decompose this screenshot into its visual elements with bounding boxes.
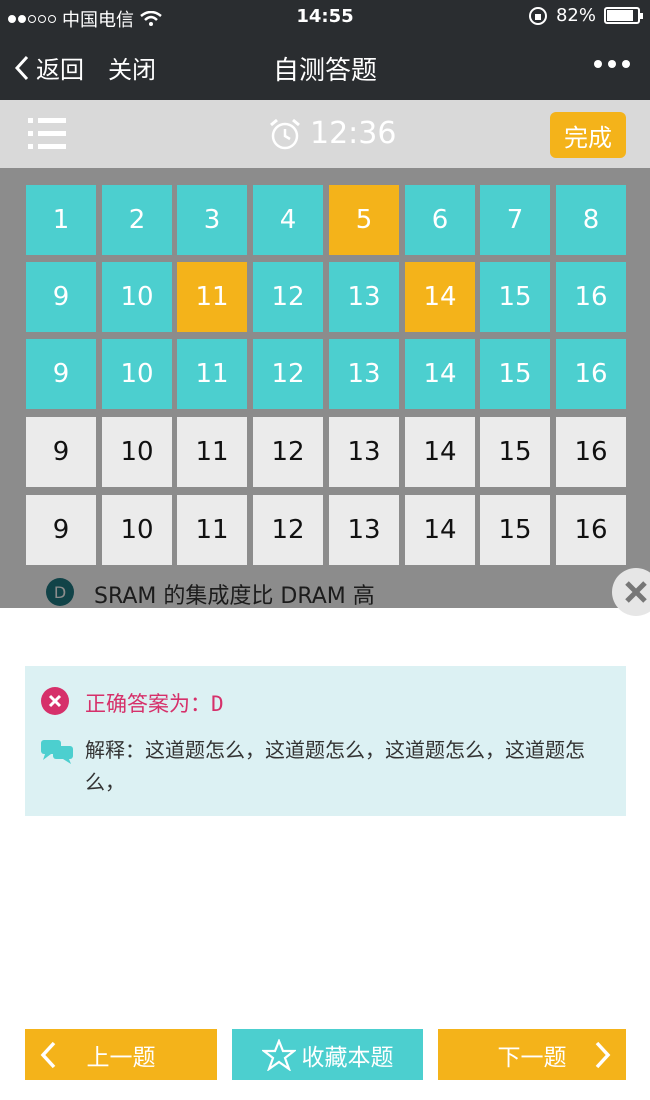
question-number-cell[interactable]: 5 bbox=[329, 185, 399, 255]
star-icon bbox=[261, 1038, 296, 1071]
question-number-cell[interactable]: 9 bbox=[26, 262, 96, 332]
question-number-cell[interactable]: 13 bbox=[329, 262, 399, 332]
question-number-cell[interactable]: 11 bbox=[177, 495, 247, 565]
question-number-cell[interactable]: 12 bbox=[253, 262, 323, 332]
battery-percent: 82% bbox=[555, 5, 596, 26]
question-number-cell[interactable]: 15 bbox=[480, 262, 550, 332]
question-number-cell[interactable]: 12 bbox=[253, 417, 323, 487]
chevron-right-icon bbox=[595, 1041, 611, 1069]
correct-answer-label: 正确答案为：D bbox=[85, 692, 224, 716]
modal-backdrop[interactable] bbox=[0, 168, 650, 608]
next-question-button[interactable]: 下一题 bbox=[438, 1029, 626, 1080]
close-icon bbox=[625, 581, 647, 603]
question-number-cell[interactable]: 12 bbox=[253, 495, 323, 565]
list-menu-icon[interactable] bbox=[28, 118, 66, 150]
answer-panel: 正确答案为：D 解释：这道题怎么，这道题怎么，这道题怎么，这道题怎么， bbox=[25, 666, 626, 816]
page-title: 自测答题 bbox=[272, 56, 377, 86]
question-number-cell[interactable]: 14 bbox=[405, 262, 475, 332]
question-number-cell[interactable]: 16 bbox=[556, 495, 626, 565]
question-number-cell[interactable]: 16 bbox=[556, 339, 626, 409]
question-number-cell[interactable]: 11 bbox=[177, 262, 247, 332]
question-number-cell[interactable]: 10 bbox=[102, 339, 172, 409]
question-number-cell[interactable]: 3 bbox=[177, 185, 247, 255]
favorite-label: 收藏本题 bbox=[301, 1044, 394, 1071]
question-number-cell[interactable]: 9 bbox=[26, 339, 96, 409]
question-number-cell[interactable]: 15 bbox=[480, 495, 550, 565]
question-number-cell[interactable]: 10 bbox=[102, 495, 172, 565]
alarm-clock-icon bbox=[270, 118, 300, 149]
rotation-lock-icon bbox=[528, 6, 547, 25]
question-number-cell[interactable]: 6 bbox=[405, 185, 475, 255]
battery-icon bbox=[604, 7, 643, 24]
question-number-cell[interactable]: 1 bbox=[26, 185, 96, 255]
more-options-icon[interactable] bbox=[594, 60, 630, 68]
question-number-cell[interactable]: 2 bbox=[102, 185, 172, 255]
question-number-cell[interactable]: 9 bbox=[26, 417, 96, 487]
previous-label: 上一题 bbox=[86, 1044, 156, 1071]
question-number-cell[interactable]: 15 bbox=[480, 339, 550, 409]
question-number-cell[interactable]: 15 bbox=[480, 417, 550, 487]
question-number-cell[interactable]: 7 bbox=[480, 185, 550, 255]
question-number-cell[interactable]: 13 bbox=[329, 417, 399, 487]
question-number-cell[interactable]: 14 bbox=[405, 417, 475, 487]
question-number-cell[interactable]: 16 bbox=[556, 262, 626, 332]
quiz-toolbar: 12:36 完成 bbox=[0, 100, 650, 168]
timer: 12:36 bbox=[268, 116, 396, 151]
question-number-cell[interactable]: 16 bbox=[556, 417, 626, 487]
status-right: 82% bbox=[528, 5, 643, 26]
explanation-text: 解释：这道题怎么，这道题怎么，这道题怎么，这道题怎么， bbox=[85, 738, 585, 794]
question-number-cell[interactable]: 11 bbox=[177, 339, 247, 409]
question-number-cell[interactable]: 11 bbox=[177, 417, 247, 487]
chevron-left-icon bbox=[40, 1041, 56, 1069]
question-number-cell[interactable]: 14 bbox=[405, 495, 475, 565]
next-label: 下一题 bbox=[497, 1044, 567, 1071]
done-button[interactable]: 完成 bbox=[550, 112, 626, 158]
timer-value: 12:36 bbox=[310, 116, 397, 151]
question-number-cell[interactable]: 13 bbox=[329, 495, 399, 565]
question-number-cell[interactable]: 10 bbox=[102, 417, 172, 487]
question-number-cell[interactable]: 12 bbox=[253, 339, 323, 409]
status-bar: 中国电信 14:55 82% bbox=[0, 0, 650, 34]
favorite-question-button[interactable]: 收藏本题 bbox=[232, 1029, 423, 1080]
question-number-cell[interactable]: 13 bbox=[329, 339, 399, 409]
nav-bar: 返回 关闭 自测答题 bbox=[0, 34, 650, 100]
question-number-cell[interactable]: 10 bbox=[102, 262, 172, 332]
chat-icon bbox=[41, 740, 73, 764]
question-number-cell[interactable]: 14 bbox=[405, 339, 475, 409]
question-number-cell[interactable]: 8 bbox=[556, 185, 626, 255]
previous-question-button[interactable]: 上一题 bbox=[25, 1029, 217, 1080]
question-number-cell[interactable]: 9 bbox=[26, 495, 96, 565]
question-number-cell[interactable]: 4 bbox=[253, 185, 323, 255]
wrong-icon bbox=[41, 687, 69, 715]
close-panel-button[interactable] bbox=[612, 568, 650, 616]
